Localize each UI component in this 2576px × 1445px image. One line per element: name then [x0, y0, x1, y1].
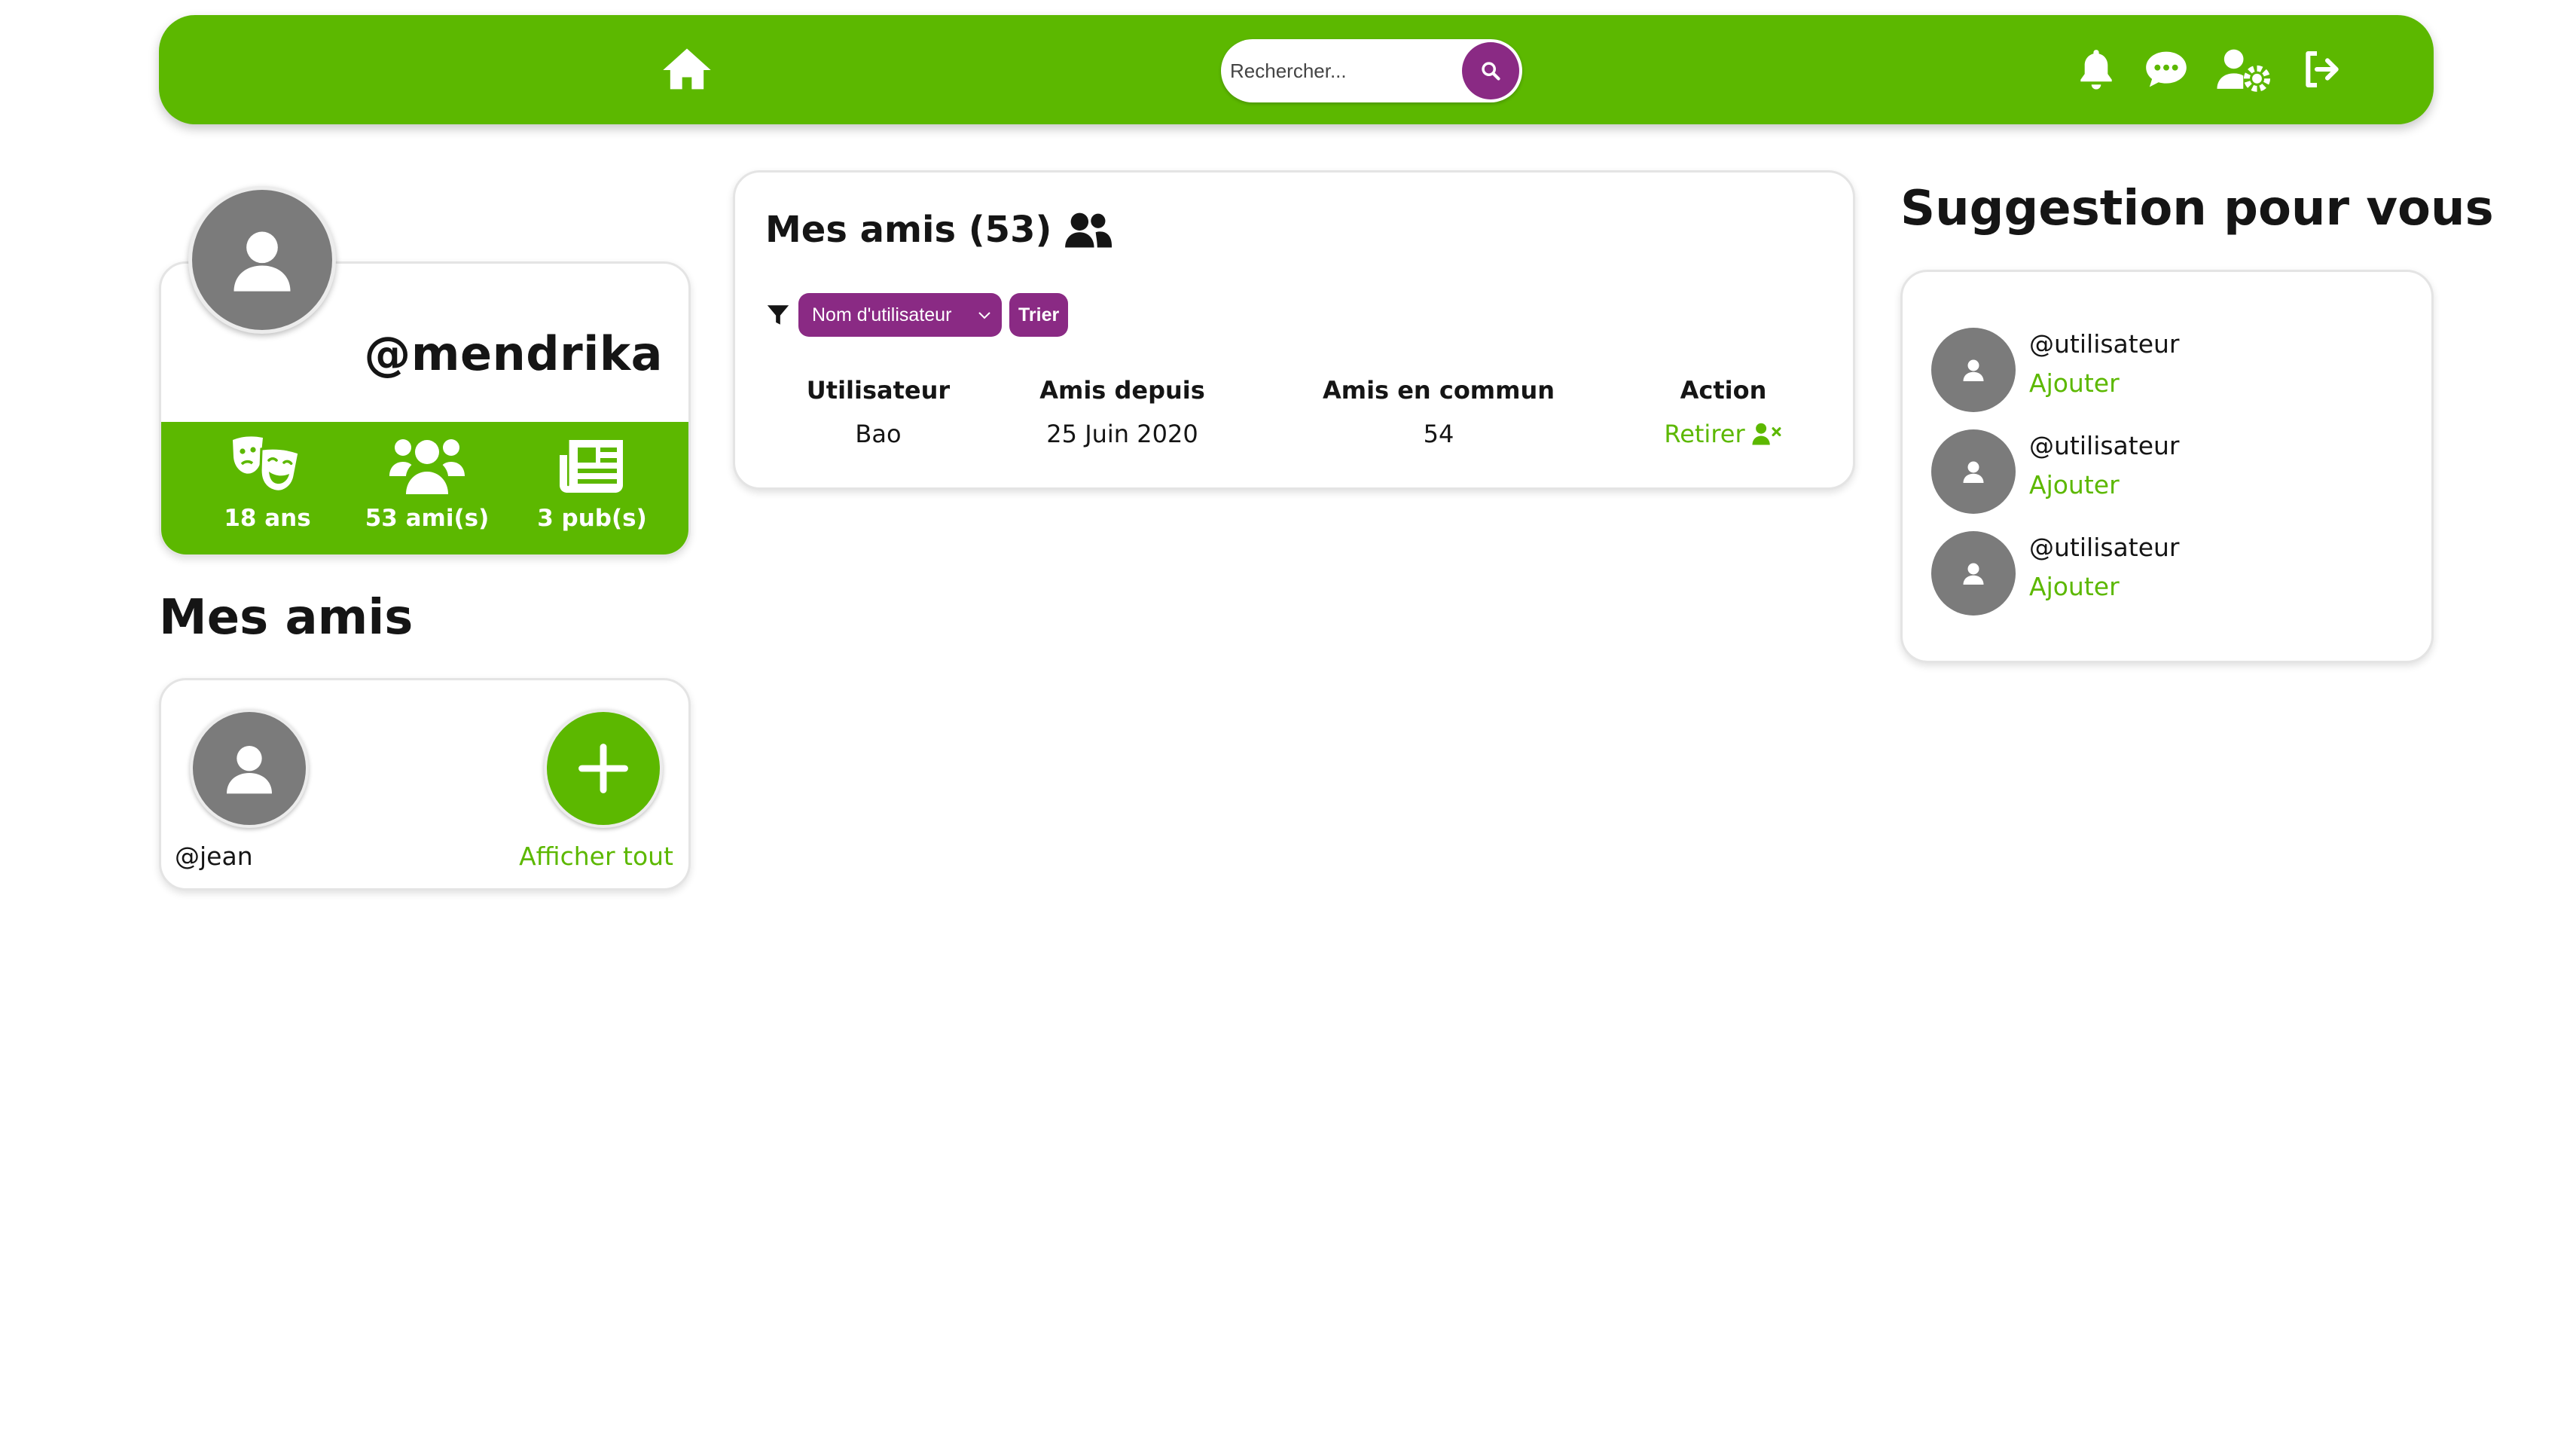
sort-field-select[interactable]: Nom d'utilisateur — [798, 293, 1002, 337]
newspaper-icon — [560, 440, 623, 493]
friends-list-title-text: Mes amis (53) — [765, 209, 1052, 251]
profile-avatar[interactable] — [188, 186, 336, 334]
home-icon[interactable] — [658, 41, 716, 99]
suggestion-add-link[interactable]: Ajouter — [2029, 572, 2120, 601]
friend-name[interactable]: @jean — [175, 842, 253, 871]
suggestion-add-link[interactable]: Ajouter — [2029, 368, 2120, 398]
stat-friends-label: 53 ami(s) — [365, 505, 490, 532]
table-cell-user[interactable]: Bao — [855, 420, 901, 448]
suggestion-avatar[interactable] — [1931, 429, 2016, 514]
suggestion-name[interactable]: @utilisateur — [2029, 533, 2180, 562]
masks-icon — [233, 436, 301, 493]
stat-age-label: 18 ans — [224, 505, 311, 532]
search-button[interactable] — [1462, 42, 1519, 99]
search-input[interactable] — [1230, 50, 1456, 92]
show-all-link[interactable]: Afficher tout — [519, 842, 673, 871]
stat-friends: 53 ami(s) — [352, 434, 502, 532]
suggestion-name[interactable]: @utilisateur — [2029, 329, 2180, 359]
sort-field-value: Nom d'utilisateur — [812, 304, 952, 325]
suggestion-item: @utilisateur Ajouter — [1931, 531, 2413, 617]
friends-list-card: Mes amis (53) Nom d'utilisateur Trier Ut… — [733, 170, 1855, 490]
suggestion-item: @utilisateur Ajouter — [1931, 328, 2413, 414]
profile-username: @mendrika — [364, 326, 663, 381]
plus-icon — [578, 744, 628, 793]
friends-list-title: Mes amis (53) — [765, 209, 1113, 251]
suggestion-item: @utilisateur Ajouter — [1931, 429, 2413, 515]
users-icon — [389, 439, 465, 494]
top-navbar — [159, 15, 2434, 124]
search-icon — [1482, 62, 1500, 81]
chat-icon[interactable] — [2140, 42, 2193, 96]
suggestion-avatar[interactable] — [1931, 328, 2016, 412]
suggestion-name[interactable]: @utilisateur — [2029, 431, 2180, 460]
remove-friend-label: Retirer — [1664, 420, 1745, 448]
filter-row: Nom d'utilisateur Trier — [765, 293, 1069, 337]
filter-icon — [767, 305, 789, 325]
friends-preview-card: @jean Afficher tout — [159, 678, 691, 891]
user-settings-icon[interactable] — [2214, 42, 2272, 96]
user-icon — [227, 746, 272, 794]
table-header-common: Amis en commun — [1322, 376, 1555, 405]
stat-posts-label: 3 pub(s) — [537, 505, 647, 532]
suggestions-card: @utilisateur Ajouter @utilisateur Ajoute… — [1900, 270, 2434, 663]
user-icon — [1963, 563, 1984, 585]
table-header-since: Amis depuis — [1039, 376, 1205, 405]
stat-age: 18 ans — [192, 434, 343, 532]
friend-avatar[interactable] — [190, 709, 309, 828]
profile-stats: 18 ans 53 ami(s) 3 pub(s) — [161, 422, 688, 554]
users-icon — [1065, 212, 1113, 248]
user-icon — [233, 231, 291, 292]
table-cell-common: 54 — [1423, 420, 1454, 448]
bell-icon[interactable] — [2072, 42, 2120, 96]
table-cell-since: 25 Juin 2020 — [1046, 420, 1198, 448]
suggestion-add-link[interactable]: Ajouter — [2029, 470, 2120, 499]
table-header-action: Action — [1680, 376, 1767, 405]
remove-friend-button[interactable]: Retirer — [1664, 420, 1782, 448]
chevron-down-icon — [978, 312, 990, 319]
stat-posts: 3 pub(s) — [517, 434, 667, 532]
search-bar — [1221, 39, 1522, 102]
user-icon — [1963, 461, 1984, 483]
logout-icon[interactable] — [2298, 42, 2346, 96]
add-friend-button[interactable] — [544, 709, 663, 828]
user-icon — [1963, 359, 1984, 381]
user-remove-icon — [1752, 423, 1781, 445]
suggestion-avatar[interactable] — [1931, 531, 2016, 616]
sort-button[interactable]: Trier — [1009, 293, 1069, 337]
friends-section-heading: Mes amis — [159, 590, 414, 646]
suggestions-heading: Suggestion pour vous — [1900, 181, 2494, 237]
table-header-user: Utilisateur — [806, 376, 951, 405]
